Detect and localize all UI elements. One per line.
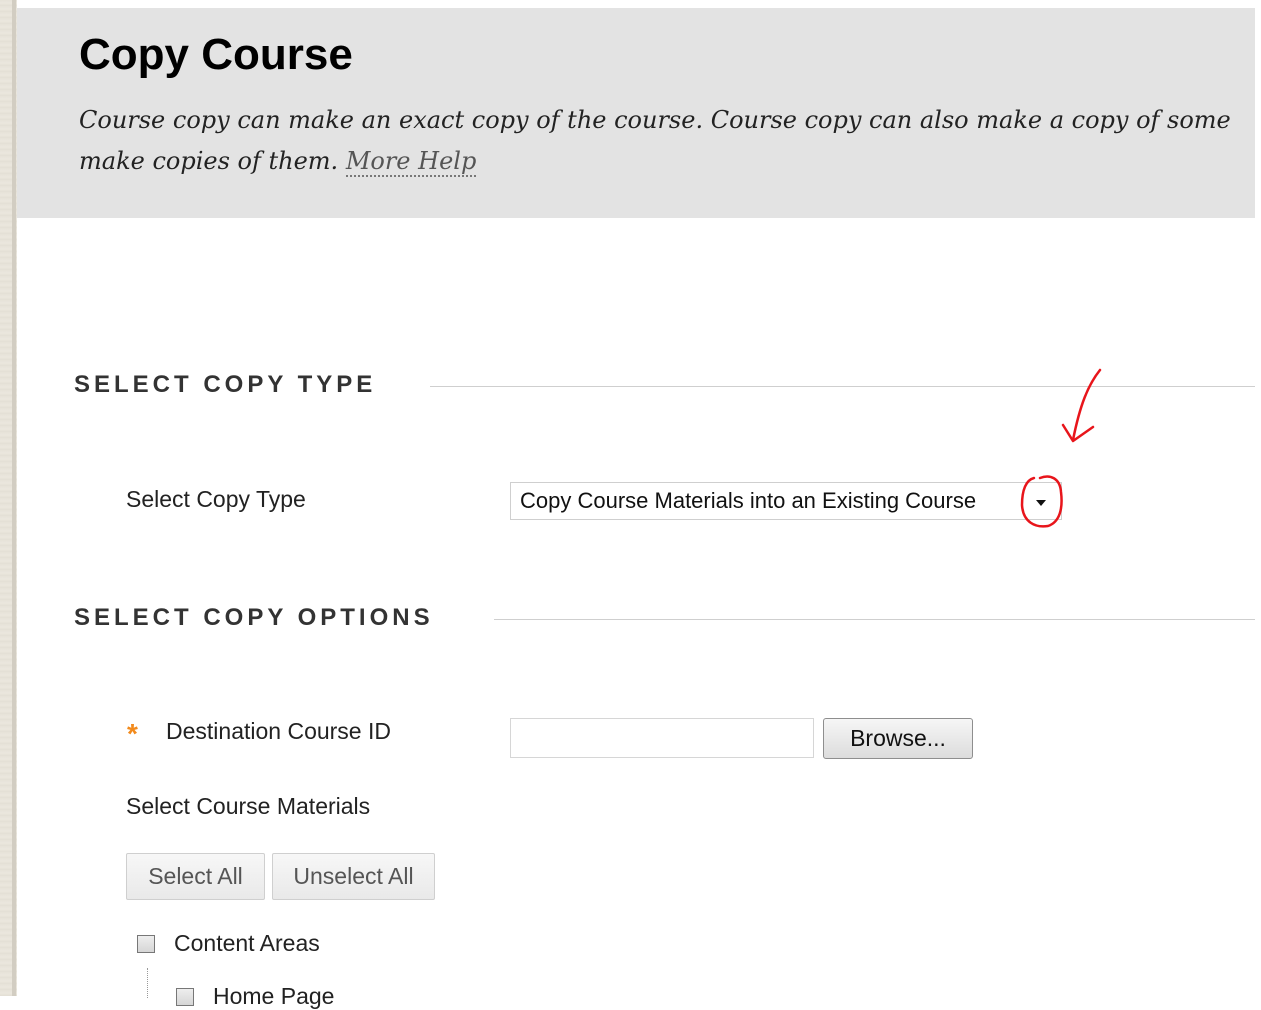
destination-course-id-label: Destination Course ID bbox=[166, 718, 391, 744]
section-heading-copy-options: SELECT COPY OPTIONS bbox=[74, 604, 434, 631]
copy-type-selected-value: Copy Course Materials into an Existing C… bbox=[520, 488, 977, 513]
section-divider bbox=[494, 619, 1255, 620]
tree-connector bbox=[147, 968, 149, 998]
home-page-checkbox[interactable] bbox=[176, 988, 194, 1006]
section-divider bbox=[430, 386, 1255, 387]
left-rail-border bbox=[12, 0, 16, 996]
page-title: Copy Course bbox=[79, 30, 353, 79]
tree-item-label: Content Areas bbox=[174, 930, 320, 956]
section-heading-copy-type: SELECT COPY TYPE bbox=[74, 371, 377, 398]
tree-item-label: Home Page bbox=[213, 983, 335, 1009]
required-asterisk-icon: * bbox=[127, 718, 138, 749]
description-line-2: make copies of them. bbox=[79, 147, 339, 175]
page-description: Course copy can make an exact copy of th… bbox=[79, 100, 1259, 182]
select-course-materials-label: Select Course Materials bbox=[126, 793, 371, 819]
hand-drawn-arrow-icon bbox=[1061, 368, 1102, 443]
more-help-link[interactable]: More Help bbox=[345, 147, 477, 177]
content-areas-checkbox[interactable] bbox=[137, 935, 155, 953]
select-copy-type-label: Select Copy Type bbox=[126, 486, 306, 512]
select-all-button[interactable]: Select All bbox=[126, 853, 265, 900]
browse-button[interactable]: Browse... bbox=[823, 718, 973, 759]
description-line-1: Course copy can make an exact copy of th… bbox=[79, 106, 1231, 134]
destination-course-id-input[interactable] bbox=[510, 718, 814, 758]
unselect-all-button[interactable]: Unselect All bbox=[272, 853, 435, 900]
copy-type-select[interactable]: Copy Course Materials into an Existing C… bbox=[510, 482, 1062, 520]
chevron-down-icon[interactable] bbox=[1030, 492, 1052, 514]
